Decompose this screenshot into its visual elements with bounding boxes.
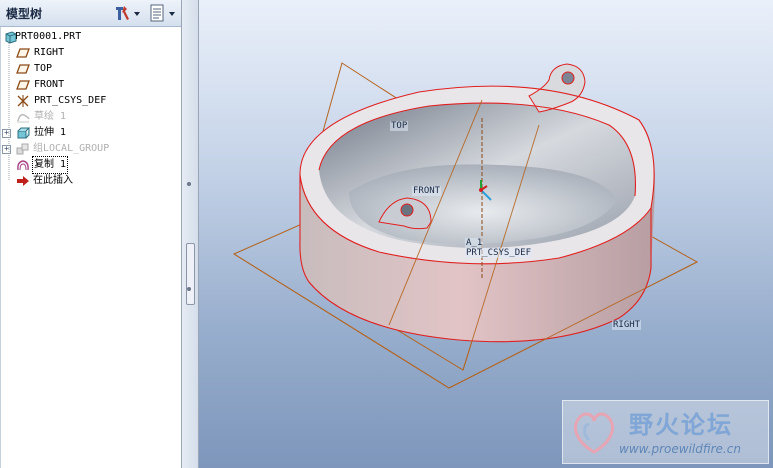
splitter-grip	[187, 182, 191, 186]
model-view	[232, 62, 699, 389]
tree-item-local-group[interactable]: + 组LOCAL_GROUP	[1, 141, 179, 157]
datum-label-axis[interactable]: A_1	[465, 238, 484, 248]
tree-item-csys[interactable]: PRT_CSYS_DEF	[1, 93, 179, 109]
tree-item-top-plane[interactable]: TOP	[1, 61, 179, 77]
watermark-logo-icon	[574, 412, 614, 454]
datum-label-right[interactable]: RIGHT	[612, 320, 642, 330]
tree-item-label: RIGHT	[34, 47, 65, 58]
graphics-viewport[interactable]: TOP FRONT RIGHT A_1 PRT_CSYS_DEF 野火论坛 ww…	[199, 0, 773, 468]
tree-item-label: 组LOCAL_GROUP	[33, 143, 110, 154]
tree-connectors	[8, 41, 10, 181]
model-tree: PRT0001.PRT RIGHT TOP FRONT PRT_CSYS_DEF…	[0, 27, 182, 468]
splitter-handle[interactable]	[186, 243, 195, 305]
tree-item-copy[interactable]: 复制 1	[1, 156, 179, 174]
tree-item-label: 复制 1	[31, 156, 69, 174]
tree-item-label: PRT_CSYS_DEF	[34, 95, 107, 106]
tree-item-sketch[interactable]: 草绘 1	[1, 109, 179, 125]
show-menu-button[interactable]	[148, 3, 178, 23]
tree-item-part[interactable]: PRT0001.PRT	[1, 29, 179, 45]
model-tree-panel: 模型树 PRT0001.PRT RIGHT TOP FRONT PRT_CSYS…	[0, 0, 182, 468]
tree-item-insert-here[interactable]: 在此插入	[1, 173, 179, 189]
tree-item-front-plane[interactable]: FRONT	[1, 77, 179, 93]
tree-item-label: PRT0001.PRT	[15, 31, 82, 42]
tab-hole-right	[561, 71, 575, 85]
tree-item-label: 在此插入	[33, 175, 73, 186]
datum-label-top[interactable]: TOP	[390, 121, 409, 131]
datum-label-csys[interactable]: PRT_CSYS_DEF	[465, 248, 533, 258]
watermark-url: www.proewildfire.cn	[619, 442, 741, 456]
model-tree-header: 模型树	[0, 0, 181, 27]
tree-item-label: TOP	[34, 63, 53, 74]
watermark-title: 野火论坛	[629, 411, 733, 439]
tree-item-extrude[interactable]: + 拉伸 1	[1, 125, 179, 141]
list-icon	[150, 4, 175, 22]
forum-watermark: 野火论坛 www.proewildfire.cn	[562, 400, 769, 464]
tree-item-right-plane[interactable]: RIGHT	[1, 45, 179, 61]
tab-hole-front	[400, 203, 414, 217]
tree-item-label: 草绘 1	[34, 111, 67, 122]
tree-item-label: FRONT	[34, 79, 65, 90]
model-tree-title: 模型树	[6, 7, 43, 21]
panel-splitter[interactable]	[182, 0, 199, 468]
tools-icon	[116, 6, 140, 20]
datum-label-front[interactable]: FRONT	[412, 186, 442, 196]
tree-settings-button[interactable]	[113, 3, 143, 23]
splitter-grip	[187, 287, 191, 291]
tree-item-label: 拉伸 1	[34, 127, 67, 138]
